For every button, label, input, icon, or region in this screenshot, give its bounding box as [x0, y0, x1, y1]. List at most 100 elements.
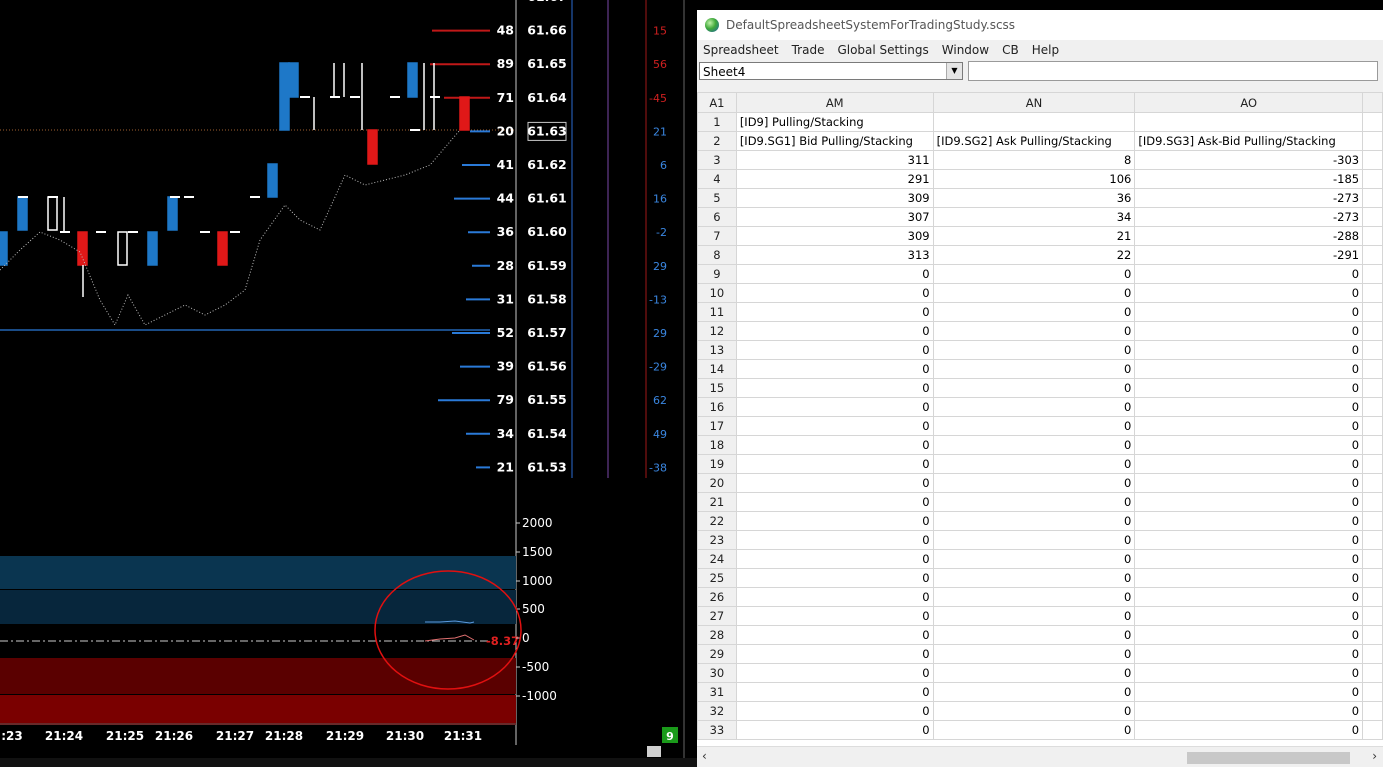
- cell-empty[interactable]: [1362, 625, 1383, 645]
- cell-empty[interactable]: [1362, 378, 1383, 398]
- cell-am[interactable]: 0: [735, 397, 934, 417]
- column-header-am[interactable]: AM: [735, 92, 934, 113]
- row-number[interactable]: 18: [697, 435, 737, 455]
- row-number[interactable]: 23: [697, 530, 737, 550]
- row-number[interactable]: 11: [697, 302, 737, 322]
- cell-am[interactable]: 313: [735, 245, 934, 265]
- row-number[interactable]: 22: [697, 511, 737, 531]
- row-number[interactable]: 30: [697, 663, 737, 683]
- cell-empty[interactable]: [1362, 701, 1383, 721]
- cell-empty[interactable]: [1362, 207, 1383, 227]
- cell-empty[interactable]: [1362, 435, 1383, 455]
- cell-ao[interactable]: -273: [1134, 188, 1364, 208]
- cell-am[interactable]: 0: [735, 473, 934, 493]
- cell-an[interactable]: 0: [932, 321, 1136, 341]
- cell-an[interactable]: [ID9.SG2] Ask Pulling/Stacking: [932, 131, 1136, 151]
- formula-input[interactable]: [968, 61, 1378, 81]
- cell-am[interactable]: 0: [735, 435, 934, 455]
- cell-am[interactable]: 0: [735, 454, 934, 474]
- cell-ao[interactable]: 0: [1134, 682, 1364, 702]
- cell-an[interactable]: 8: [932, 150, 1136, 170]
- row-number[interactable]: 12: [697, 321, 737, 341]
- cell-ao[interactable]: 0: [1134, 264, 1364, 284]
- row-number[interactable]: 13: [697, 340, 737, 360]
- cell-empty[interactable]: [1362, 112, 1383, 132]
- cell-am[interactable]: 291: [735, 169, 934, 189]
- cell-an[interactable]: 0: [932, 340, 1136, 360]
- cell-an[interactable]: 0: [932, 701, 1136, 721]
- cell-empty[interactable]: [1362, 359, 1383, 379]
- cell-ao[interactable]: 0: [1134, 568, 1364, 588]
- cell-am[interactable]: 0: [735, 264, 934, 284]
- cell-ao[interactable]: 0: [1134, 283, 1364, 303]
- cell-an[interactable]: 0: [932, 473, 1136, 493]
- cell-empty[interactable]: [1362, 587, 1383, 607]
- cell-am[interactable]: [ID9] Pulling/Stacking: [735, 112, 934, 132]
- cell-an[interactable]: 0: [932, 378, 1136, 398]
- cell-empty[interactable]: [1362, 245, 1383, 265]
- cell-am[interactable]: 0: [735, 416, 934, 436]
- cell-empty[interactable]: [1362, 454, 1383, 474]
- menu-help[interactable]: Help: [1026, 43, 1066, 57]
- menu-spreadsheet[interactable]: Spreadsheet: [697, 43, 786, 57]
- cell-empty[interactable]: [1362, 549, 1383, 569]
- cell-ao[interactable]: 0: [1134, 454, 1364, 474]
- cell-an[interactable]: 0: [932, 435, 1136, 455]
- cell-an[interactable]: 0: [932, 663, 1136, 683]
- row-number[interactable]: 6: [697, 207, 737, 227]
- cell-am[interactable]: 0: [735, 492, 934, 512]
- cell-an[interactable]: 36: [932, 188, 1136, 208]
- menu-cb[interactable]: CB: [996, 43, 1026, 57]
- cell-ao[interactable]: 0: [1134, 321, 1364, 341]
- cell-am[interactable]: 0: [735, 682, 934, 702]
- cell-an[interactable]: 0: [932, 397, 1136, 417]
- cell-empty[interactable]: [1362, 321, 1383, 341]
- price-chart-panel[interactable]: 61.67 61.66 61.65 61.64 61.63 61.62 61.61 61.60…: [0, 0, 697, 767]
- row-number[interactable]: 26: [697, 587, 737, 607]
- cell-empty[interactable]: [1362, 416, 1383, 436]
- cell-an[interactable]: 0: [932, 720, 1136, 740]
- cell-ao[interactable]: 0: [1134, 511, 1364, 531]
- cell-ao[interactable]: 0: [1134, 549, 1364, 569]
- cell-am[interactable]: 0: [735, 511, 934, 531]
- sheet-selector[interactable]: Sheet4 ▼: [699, 62, 963, 80]
- cell-an[interactable]: [932, 112, 1136, 132]
- column-header-ao[interactable]: AO: [1134, 92, 1364, 113]
- menu-window[interactable]: Window: [936, 43, 996, 57]
- cell-empty[interactable]: [1362, 188, 1383, 208]
- cell-ao[interactable]: 0: [1134, 663, 1364, 683]
- row-number[interactable]: 21: [697, 492, 737, 512]
- cell-an[interactable]: 0: [932, 568, 1136, 588]
- cell-am[interactable]: 0: [735, 321, 934, 341]
- row-number[interactable]: 5: [697, 188, 737, 208]
- scroll-left-icon[interactable]: ‹: [702, 749, 707, 763]
- cell-empty[interactable]: [1362, 606, 1383, 626]
- cell-empty[interactable]: [1362, 283, 1383, 303]
- cell-ref[interactable]: A1: [697, 92, 737, 113]
- cell-ao[interactable]: 0: [1134, 587, 1364, 607]
- cell-an[interactable]: 0: [932, 264, 1136, 284]
- cell-am[interactable]: 0: [735, 549, 934, 569]
- column-header-an[interactable]: AN: [932, 92, 1136, 113]
- row-number[interactable]: 7: [697, 226, 737, 246]
- row-number[interactable]: 33: [697, 720, 737, 740]
- row-number[interactable]: 25: [697, 568, 737, 588]
- row-number[interactable]: 28: [697, 625, 737, 645]
- cell-ao[interactable]: 0: [1134, 530, 1364, 550]
- cell-empty[interactable]: [1362, 150, 1383, 170]
- cell-ao[interactable]: 0: [1134, 359, 1364, 379]
- cell-ao[interactable]: -273: [1134, 207, 1364, 227]
- cell-empty[interactable]: [1362, 530, 1383, 550]
- row-number[interactable]: 19: [697, 454, 737, 474]
- cell-an[interactable]: 0: [932, 454, 1136, 474]
- cell-am[interactable]: 0: [735, 283, 934, 303]
- cell-ao[interactable]: 0: [1134, 435, 1364, 455]
- row-number[interactable]: 8: [697, 245, 737, 265]
- cell-empty[interactable]: [1362, 340, 1383, 360]
- cell-an[interactable]: 0: [932, 416, 1136, 436]
- cell-am[interactable]: 0: [735, 359, 934, 379]
- cell-an[interactable]: 0: [932, 492, 1136, 512]
- cell-am[interactable]: 307: [735, 207, 934, 227]
- cell-an[interactable]: 0: [932, 511, 1136, 531]
- cell-an[interactable]: 0: [932, 644, 1136, 664]
